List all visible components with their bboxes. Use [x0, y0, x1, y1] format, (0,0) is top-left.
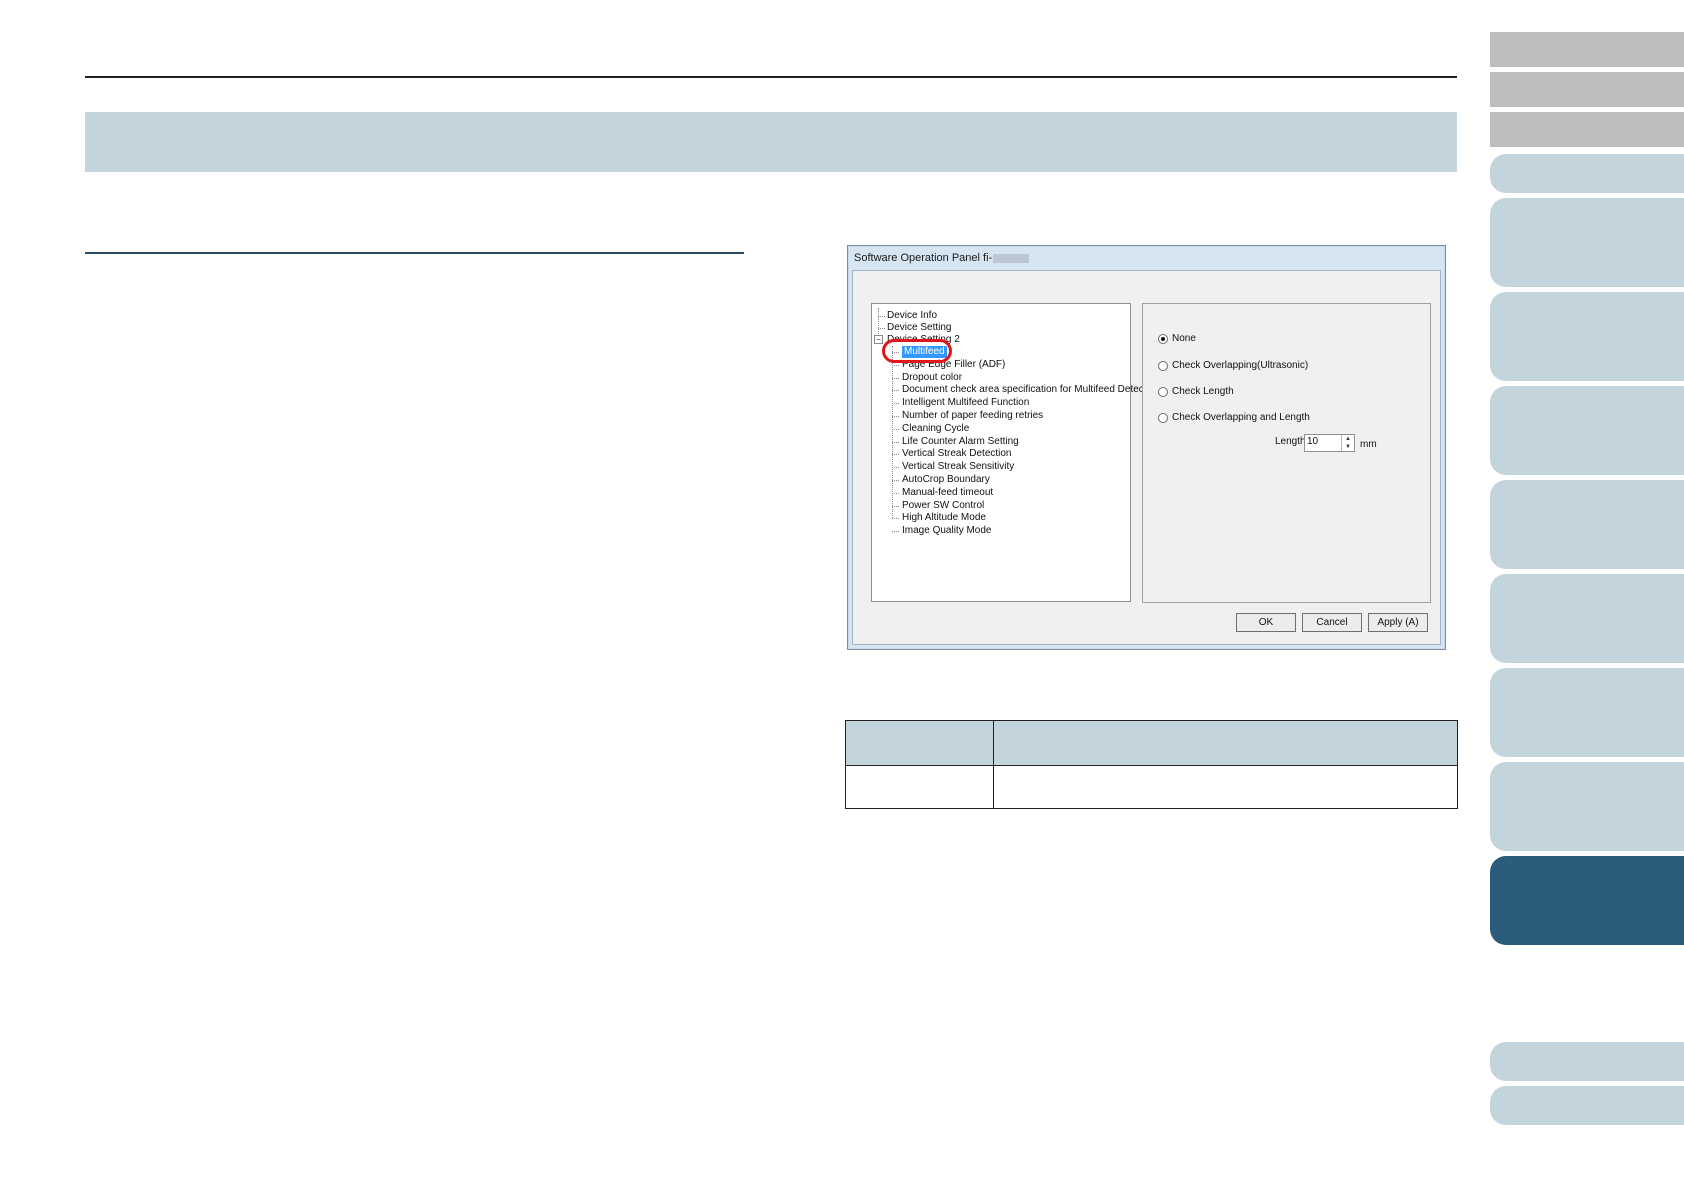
tree-connector — [892, 467, 899, 469]
ok-button[interactable]: OK — [1236, 613, 1296, 632]
section-underline — [85, 252, 744, 254]
length-label: Length — [1275, 436, 1306, 447]
tree-item-device-info[interactable]: Device Info — [887, 310, 937, 322]
radio-check-overlapping-and-length-label: Check Overlapping and Length — [1172, 412, 1310, 423]
nav-tab-bottom-1[interactable] — [1490, 1042, 1684, 1081]
tree-item-child[interactable]: Power SW Control — [902, 500, 984, 512]
spin-down-icon[interactable]: ▼ — [1342, 443, 1354, 451]
tree-connector — [892, 454, 899, 456]
nav-tab-top-2[interactable] — [1490, 72, 1684, 107]
window-title: Software Operation Panel fi- — [854, 252, 1030, 264]
tree-item-child[interactable]: Dropout color — [902, 372, 962, 384]
radio-check-length[interactable] — [1158, 387, 1168, 397]
tree-connector — [892, 377, 899, 379]
spin-buttons[interactable]: ▲ ▼ — [1341, 435, 1354, 451]
radio-none-label: None — [1172, 333, 1196, 344]
tree-connector — [892, 492, 899, 494]
table-cell — [845, 765, 994, 809]
tree-item-child[interactable]: Document check area specification for Mu… — [902, 384, 1160, 396]
redacted-model — [993, 253, 1030, 263]
table-header-cell — [993, 720, 1458, 766]
tree-connector — [892, 390, 899, 392]
nav-tab-4[interactable] — [1490, 386, 1684, 475]
radio-none[interactable] — [1158, 334, 1168, 344]
software-operation-panel-window: Software Operation Panel fi- Device Info… — [847, 245, 1446, 650]
tree-item-child[interactable]: Cleaning Cycle — [902, 423, 969, 435]
tree-connector — [892, 428, 899, 430]
nav-tab-1[interactable] — [1490, 154, 1684, 193]
nav-tab-active[interactable] — [1490, 856, 1684, 945]
collapse-icon[interactable]: − — [874, 335, 883, 344]
tree-item-device-setting[interactable]: Device Setting — [887, 322, 951, 334]
tree-item-child[interactable]: Intelligent Multifeed Function — [902, 397, 1029, 409]
tree-connector — [892, 531, 899, 533]
cancel-button[interactable]: Cancel — [1302, 613, 1362, 632]
tree-item-child[interactable]: Vertical Streak Detection — [902, 448, 1012, 460]
nav-tab-bottom-2[interactable] — [1490, 1086, 1684, 1125]
tree-item-child[interactable]: Number of paper feeding retries — [902, 410, 1043, 422]
tree-connector — [892, 441, 899, 443]
radio-check-overlapping-and-length[interactable] — [1158, 413, 1168, 423]
window-client-area: Device Info Device Setting − Device Sett… — [852, 270, 1441, 645]
highlight-oval — [882, 339, 952, 363]
title-band — [85, 112, 1457, 172]
length-unit: mm — [1360, 439, 1377, 450]
settings-tree: Device Info Device Setting − Device Sett… — [871, 303, 1160, 602]
tree-item-child[interactable]: Manual-feed timeout — [902, 487, 993, 499]
tree-connector — [892, 480, 899, 481]
apply-button[interactable]: Apply (A) — [1368, 613, 1428, 632]
tree-connector — [892, 518, 899, 520]
tree-item-child[interactable]: High Altitude Mode — [902, 512, 986, 524]
table-header-cell — [845, 720, 994, 766]
tree-item-child[interactable]: Image Quality Mode — [902, 525, 992, 537]
nav-tab-5[interactable] — [1490, 480, 1684, 569]
nav-tab-6[interactable] — [1490, 574, 1684, 663]
tree-item-child[interactable]: Life Counter Alarm Setting — [902, 436, 1019, 448]
nav-tab-3[interactable] — [1490, 292, 1684, 381]
tree-connector — [892, 505, 899, 507]
tree-connector — [892, 403, 899, 405]
radio-check-overlapping-label: Check Overlapping(Ultrasonic) — [1172, 360, 1309, 371]
nav-tab-top-1[interactable] — [1490, 32, 1684, 67]
tree-connector — [892, 364, 899, 366]
radio-check-length-label: Check Length — [1172, 386, 1234, 397]
tree-item-child[interactable]: Vertical Streak Sensitivity — [902, 461, 1014, 473]
settings-table — [845, 720, 1458, 809]
nav-tab-7[interactable] — [1490, 668, 1684, 757]
header-rule — [85, 76, 1457, 78]
multifeed-options-panel: None Check Overlapping(Ultrasonic) Check… — [1142, 303, 1431, 603]
tree-item-child[interactable]: AutoCrop Boundary — [902, 474, 990, 486]
nav-tab-2[interactable] — [1490, 198, 1684, 287]
nav-tab-top-3[interactable] — [1490, 112, 1684, 147]
length-value: 10 — [1307, 436, 1319, 447]
spin-up-icon[interactable]: ▲ — [1342, 435, 1354, 443]
length-stepper[interactable]: 10 ▲ ▼ — [1304, 434, 1355, 452]
tree-connector — [892, 416, 899, 417]
radio-check-overlapping[interactable] — [1158, 361, 1168, 371]
nav-tab-8[interactable] — [1490, 762, 1684, 851]
table-cell — [993, 765, 1458, 809]
